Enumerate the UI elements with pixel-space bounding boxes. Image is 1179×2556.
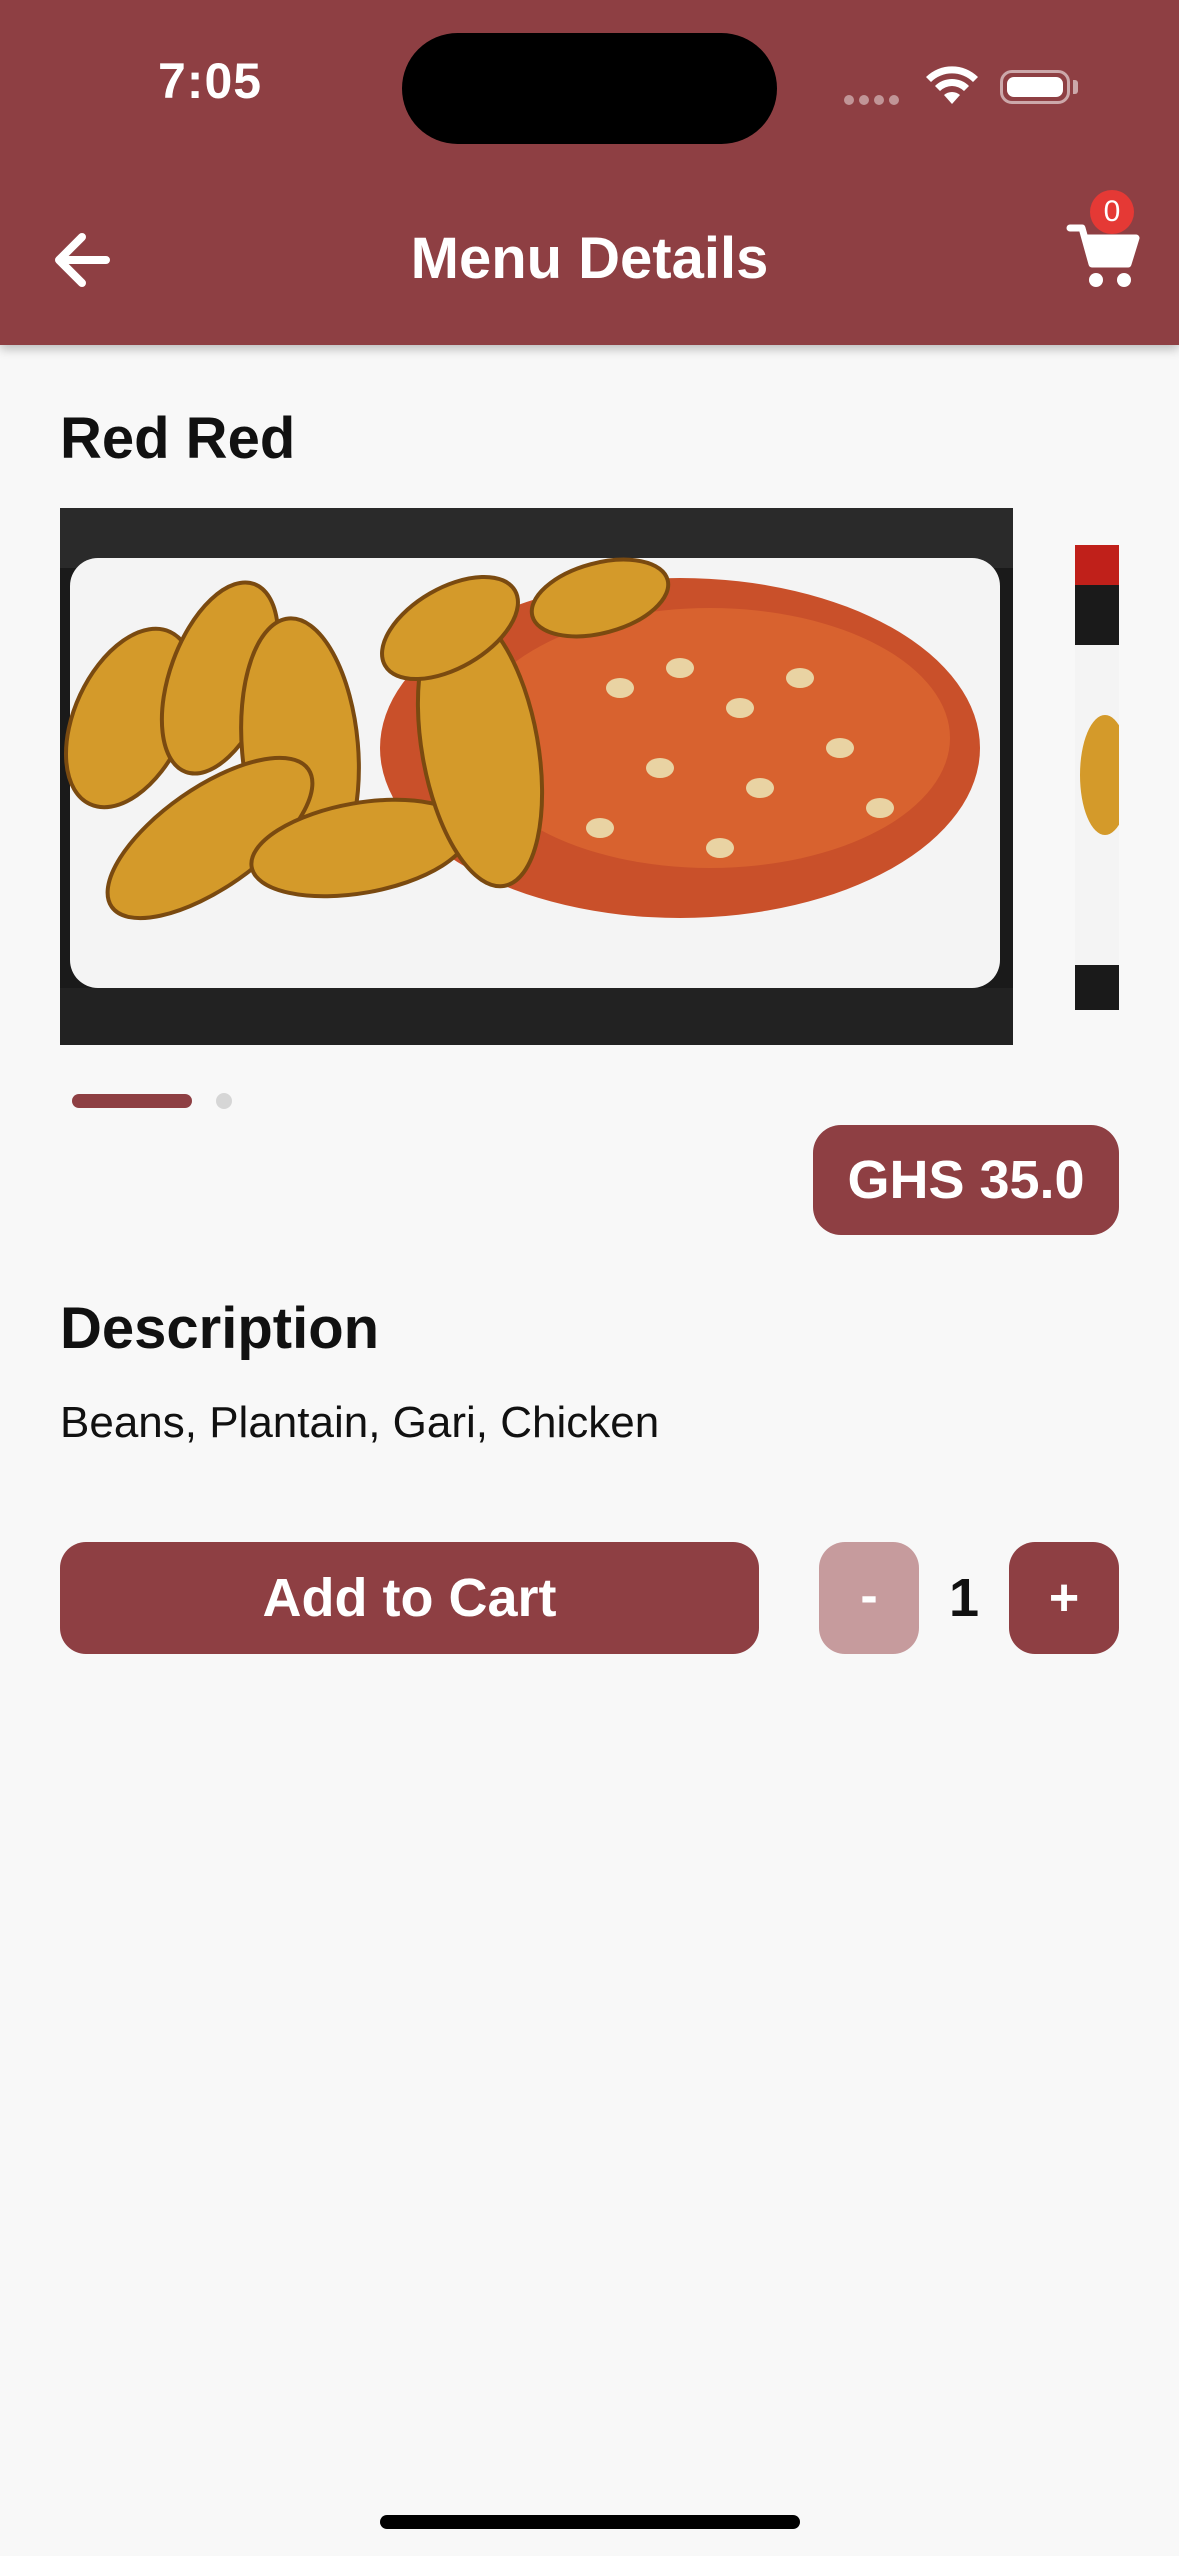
page-title: Menu Details: [410, 226, 769, 291]
price-badge: GHS 35.0: [813, 1125, 1119, 1235]
battery-icon: [1000, 70, 1070, 104]
carousel-next-image[interactable]: [1075, 545, 1119, 1010]
quantity-value: 1: [948, 1568, 980, 1628]
add-to-cart-button[interactable]: Add to Cart: [60, 1542, 759, 1654]
food-photo: [60, 508, 1013, 1045]
carousel-indicator-active[interactable]: [72, 1094, 192, 1108]
cellular-signal-icon: [844, 92, 904, 110]
item-name: Red Red: [60, 406, 296, 471]
carousel-image[interactable]: [60, 508, 1013, 1045]
battery-tip: [1073, 80, 1078, 94]
app-bar: 7:05 Menu Details 0: [0, 0, 1179, 345]
increase-quantity-button[interactable]: +: [1009, 1542, 1119, 1654]
wifi-icon: [926, 66, 978, 104]
status-time: 7:05: [158, 53, 263, 109]
cart-count-badge: 0: [1090, 190, 1134, 234]
description-text: Beans, Plantain, Gari, Chicken: [60, 1398, 660, 1447]
home-indicator[interactable]: [380, 2515, 800, 2529]
carousel-indicator[interactable]: [216, 1093, 232, 1109]
decrease-quantity-button[interactable]: -: [819, 1542, 919, 1654]
food-photo-next: [1075, 545, 1119, 1010]
description-heading: Description: [60, 1296, 380, 1361]
dynamic-island: [402, 33, 777, 144]
